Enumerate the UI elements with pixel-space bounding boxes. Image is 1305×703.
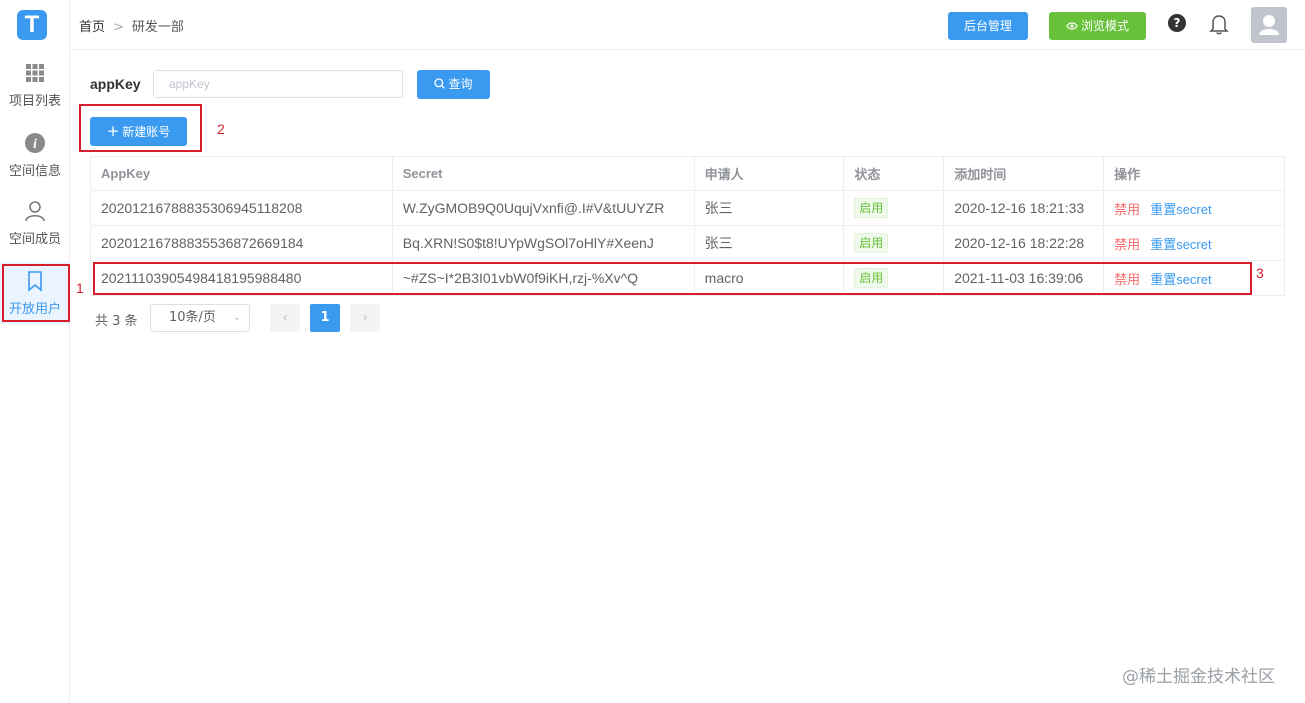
annotation-number-1: 1: [76, 280, 84, 296]
table-header-row: AppKey Secret 申请人 状态 添加时间 操作: [90, 156, 1285, 191]
annotation-number-2: 2: [217, 121, 225, 137]
reset-secret-link[interactable]: 重置secret: [1150, 237, 1211, 252]
column-header-appkey: AppKey: [90, 156, 393, 191]
admin-button[interactable]: 后台管理: [948, 12, 1028, 40]
appkey-label: appKey: [90, 76, 141, 92]
cell-appkey: 20201216788835306945118208: [90, 190, 393, 226]
column-header-actions: 操作: [1103, 156, 1285, 191]
svg-text:i: i: [33, 137, 37, 152]
disable-link[interactable]: 禁用: [1114, 202, 1140, 217]
breadcrumb-current: 研发一部: [131, 20, 184, 35]
cell-added-time: 2020-12-16 18:22:28: [943, 225, 1105, 261]
top-header: 首页 > 研发一部 后台管理 浏览模式 ?: [70, 0, 1305, 50]
page-size-value: 10条/页: [169, 310, 216, 325]
info-icon: i: [25, 133, 45, 153]
table-row: 20201216788835306945118208 W.ZyGMOB9Q0Uq…: [90, 190, 1285, 226]
prev-page-button[interactable]: ‹: [270, 304, 300, 332]
sidebar-item-label: 空间成员: [8, 232, 61, 247]
table-row: 20201216788835536872669184 Bq.XRN!S0$t8!…: [90, 225, 1285, 261]
cell-added-time: 2020-12-16 18:21:33: [943, 190, 1105, 226]
page-number-current[interactable]: 1: [310, 304, 340, 332]
page-size-select[interactable]: 10条/页 ⌄: [150, 304, 250, 332]
watermark: @稀土掘金技术社区: [1122, 667, 1275, 687]
sidebar-item-members[interactable]: 空间成员: [0, 200, 70, 262]
cell-actions: 禁用 重置secret: [1103, 190, 1285, 226]
status-badge: 启用: [854, 233, 889, 253]
chevron-down-icon: ⌄: [232, 312, 241, 323]
annotation-number-3: 3: [1256, 265, 1264, 281]
bell-icon[interactable]: [1209, 13, 1229, 35]
column-header-status: 状态: [843, 156, 945, 191]
cell-secret: W.ZyGMOB9Q0UqujVxnfi@.I#V&tUUYZR: [392, 190, 695, 226]
cell-appkey: 20201216788835536872669184: [90, 225, 393, 261]
cell-applicant: 张三: [694, 225, 845, 261]
column-header-secret: Secret: [392, 156, 695, 191]
cell-secret: Bq.XRN!S0$t8!UYpWgSOl7oHlY#XeenJ: [392, 225, 695, 261]
avatar-user-icon: [1259, 15, 1279, 35]
status-badge: 启用: [854, 198, 889, 218]
sidebar: T 项目列表 i 空间信息 空间成员 开放用户: [0, 0, 70, 703]
cell-applicant: 张三: [694, 190, 845, 226]
sidebar-item-projects[interactable]: 项目列表: [0, 62, 70, 124]
breadcrumb-separator-icon: >: [113, 20, 124, 35]
avatar[interactable]: [1251, 7, 1287, 43]
browse-mode-label: 浏览模式: [1080, 19, 1129, 33]
appkey-search-input[interactable]: [153, 70, 403, 98]
query-button-label: 查询: [448, 77, 473, 91]
reset-secret-link[interactable]: 重置secret: [1150, 202, 1211, 217]
annotation-box-3: [93, 262, 1252, 295]
search-icon: [434, 78, 446, 89]
column-header-applicant: 申请人: [694, 156, 845, 191]
pagination-total: 共 3 条: [95, 314, 138, 329]
sidebar-item-label: 项目列表: [8, 94, 61, 109]
next-page-button[interactable]: ›: [350, 304, 380, 332]
eye-icon: [1066, 22, 1078, 30]
cell-actions: 禁用 重置secret: [1103, 225, 1285, 261]
sidebar-item-label: 空间信息: [8, 164, 61, 179]
annotation-box-2: [79, 104, 202, 152]
browse-mode-button[interactable]: 浏览模式: [1049, 12, 1146, 40]
cell-status: 启用: [843, 190, 945, 226]
annotation-box-1: [2, 264, 70, 322]
breadcrumb: 首页 > 研发一部: [79, 16, 184, 35]
column-header-added-time: 添加时间: [943, 156, 1105, 191]
query-button[interactable]: 查询: [417, 70, 490, 99]
grid-icon: [26, 64, 44, 82]
cell-status: 启用: [843, 225, 945, 261]
disable-link[interactable]: 禁用: [1114, 237, 1140, 252]
sidebar-item-space-info[interactable]: i 空间信息: [0, 132, 70, 194]
admin-button-label: 后台管理: [963, 19, 1012, 33]
breadcrumb-home[interactable]: 首页: [79, 20, 105, 35]
user-icon: [25, 201, 45, 222]
help-icon[interactable]: ?: [1168, 14, 1186, 32]
app-logo[interactable]: T: [17, 10, 47, 40]
